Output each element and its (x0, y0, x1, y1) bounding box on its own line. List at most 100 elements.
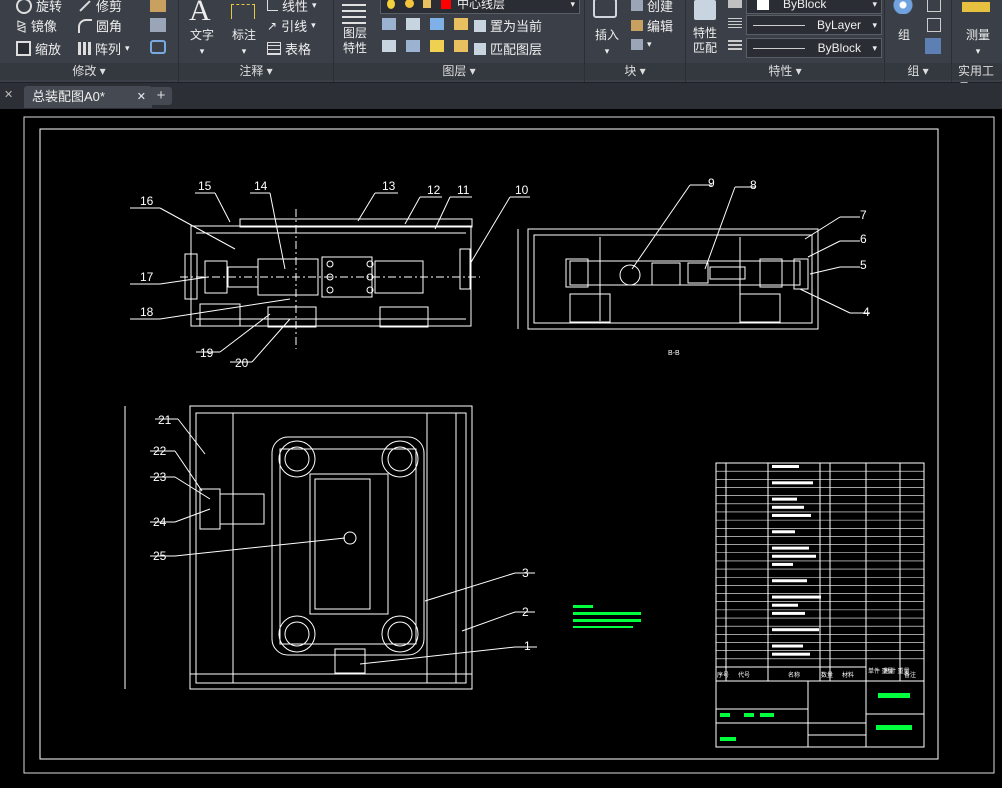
trim-label: 修剪 (96, 0, 123, 14)
file-tab-label: 总装配图A0* (32, 89, 105, 104)
block-attributes-tool[interactable]: ▾ (631, 39, 652, 50)
title-block (715, 462, 925, 748)
set-current-tool[interactable]: 置为当前 (474, 16, 542, 35)
measure-button[interactable]: 测量 ▾ (956, 26, 1000, 57)
scale-tool[interactable]: 缩放 (16, 39, 61, 58)
new-tab-button[interactable]: + (150, 87, 172, 105)
balloon-17: 17 (140, 270, 154, 284)
insert-label: 插入 (594, 28, 619, 42)
tb-header-name: 名称 (788, 671, 800, 679)
layer-dropdown-arrow-icon: ▾ (570, 0, 575, 9)
balloon-25: 25 (153, 549, 167, 563)
layer-freeze-icon[interactable] (430, 18, 444, 30)
layer-properties-button[interactable]: 图层 特性 (336, 26, 374, 56)
modify-panel-title[interactable]: 修改 ▾ (0, 63, 178, 80)
close-all-icon[interactable]: ✕ (4, 88, 13, 101)
create-block-icon (631, 0, 643, 11)
match-layer-label: 匹配图层 (490, 42, 543, 57)
array-tool[interactable]: 阵列 ▾ (78, 39, 130, 58)
edit-block-label: 编辑 (647, 19, 674, 34)
trim-tool[interactable]: 修剪 (78, 0, 122, 15)
insert-icon (593, 0, 617, 18)
linetype-icon (728, 18, 742, 28)
title-block-cell-text (772, 465, 799, 468)
lineweight-dropdown[interactable]: ByBlock ▾ (746, 38, 882, 58)
array-dropdown-icon[interactable]: ▾ (125, 43, 130, 54)
balloon-21: 21 (158, 413, 172, 427)
group-icon (893, 0, 913, 14)
insert-button[interactable]: 插入 ▾ (587, 26, 627, 57)
annotation-panel-title[interactable]: 注释 ▾ (179, 63, 333, 80)
create-block-tool[interactable]: 创建 (631, 0, 673, 15)
balloon-4: 4 (863, 305, 870, 319)
layers-panel-title[interactable]: 图层 ▾ (334, 63, 584, 80)
title-block-cell-text (772, 595, 821, 599)
utilities-panel-title[interactable]: 实用工具 (952, 63, 1002, 95)
title-block-cell-text (772, 603, 798, 607)
linetype-dropdown[interactable]: ByLayer ▾ (746, 15, 882, 35)
properties-panel-title[interactable]: 特性 ▾ (686, 63, 884, 80)
plan-view (124, 405, 473, 690)
copy-icon[interactable] (150, 18, 166, 32)
layer-unlock-icon[interactable] (454, 40, 468, 52)
group-edit-icon[interactable] (927, 18, 941, 32)
lineweight-preview (753, 48, 805, 49)
groups-panel-title[interactable]: 组 ▾ (885, 63, 951, 80)
balloon-23: 23 (153, 470, 167, 484)
sheet-inner-border (39, 128, 939, 760)
balloon-18: 18 (140, 305, 154, 319)
linear-dim-tool[interactable]: 线性 ▾ (267, 0, 317, 15)
block-panel-title[interactable]: 块 ▾ (585, 63, 685, 80)
dimension-button[interactable]: 标注 ▾ (225, 26, 263, 57)
color-dropdown[interactable]: ByBlock ▾ (746, 0, 882, 14)
drawing-canvas[interactable]: 16 15 14 13 12 11 10 17 18 19 20 9 8 7 6… (0, 109, 1002, 783)
leader-tool[interactable]: ↗ 引线 ▾ (267, 16, 316, 35)
match-layer-tool[interactable]: 匹配图层 (474, 39, 542, 58)
scale-icon (16, 41, 31, 56)
layer-unisolate-icon[interactable] (406, 40, 420, 52)
title-block-cell-text (772, 644, 803, 648)
explode-icon[interactable] (150, 0, 166, 12)
group-button[interactable]: 组 (889, 26, 919, 43)
title-block-cell-text (772, 505, 804, 509)
text-icon: A (189, 0, 211, 27)
balloon-labels: 16 15 14 13 12 11 10 17 18 19 20 9 8 7 6… (140, 176, 870, 653)
text-button[interactable]: 文字 ▾ (183, 26, 221, 57)
ungroup-icon[interactable] (927, 0, 941, 12)
layer-thaw-icon[interactable] (430, 40, 444, 52)
edit-block-tool[interactable]: 编辑 (631, 16, 673, 35)
properties-panel: 特性 匹配 ByBlock ▾ ByLayer ▾ ByBlock ▾ 特性 ▾ (686, 0, 885, 82)
balloon-14: 14 (254, 179, 268, 193)
file-tab-close-icon[interactable]: ✕ (137, 86, 146, 108)
group-label: 组 (897, 28, 910, 42)
file-tab-active[interactable]: 总装配图A0* ✕ (24, 86, 152, 108)
create-block-label: 创建 (647, 0, 674, 14)
modify-panel: 旋转 修剪 ⧎ 镜像 圆角 缩放 阵列 ▾ 修改 ▾ (0, 0, 179, 82)
table-tool[interactable]: 表格 (267, 39, 311, 58)
layer-lock-icon (423, 0, 431, 8)
layer-bulb-icon (387, 0, 395, 9)
fillet-tool[interactable]: 圆角 (78, 16, 122, 35)
lineweight-value: ByBlock (817, 41, 861, 55)
ribbon: 旋转 修剪 ⧎ 镜像 圆角 缩放 阵列 ▾ 修改 ▾ A 文字 ▾ 标注 ▾ 线… (0, 0, 1002, 95)
layer-isolate-icon[interactable] (406, 18, 420, 30)
title-block-cell-text (772, 497, 797, 501)
balloon-13: 13 (382, 179, 396, 193)
layer-dropdown[interactable]: 中心线层 ▾ (380, 0, 580, 14)
match-properties-button[interactable]: 特性 匹配 (686, 26, 724, 56)
tb-header-qty: 数量 (821, 671, 833, 679)
offset-icon[interactable] (150, 40, 166, 54)
mirror-label: 镜像 (30, 19, 57, 34)
dimension-icon (231, 4, 255, 19)
mirror-tool[interactable]: ⧎ 镜像 (16, 16, 57, 35)
layer-lock-tool-icon[interactable] (454, 18, 468, 30)
block-attributes-icon (631, 39, 643, 50)
current-layer-name: 中心线层 (457, 0, 506, 11)
layer-off-icon[interactable] (382, 18, 396, 30)
set-current-icon (474, 19, 486, 32)
groups-panel: 组 组 ▾ (885, 0, 952, 82)
rotate-tool[interactable]: 旋转 (16, 0, 62, 15)
group-select-icon[interactable] (925, 38, 941, 54)
layer-walk-icon[interactable] (382, 40, 396, 52)
block-panel: 插入 ▾ 创建 编辑 ▾ 块 ▾ (585, 0, 686, 82)
